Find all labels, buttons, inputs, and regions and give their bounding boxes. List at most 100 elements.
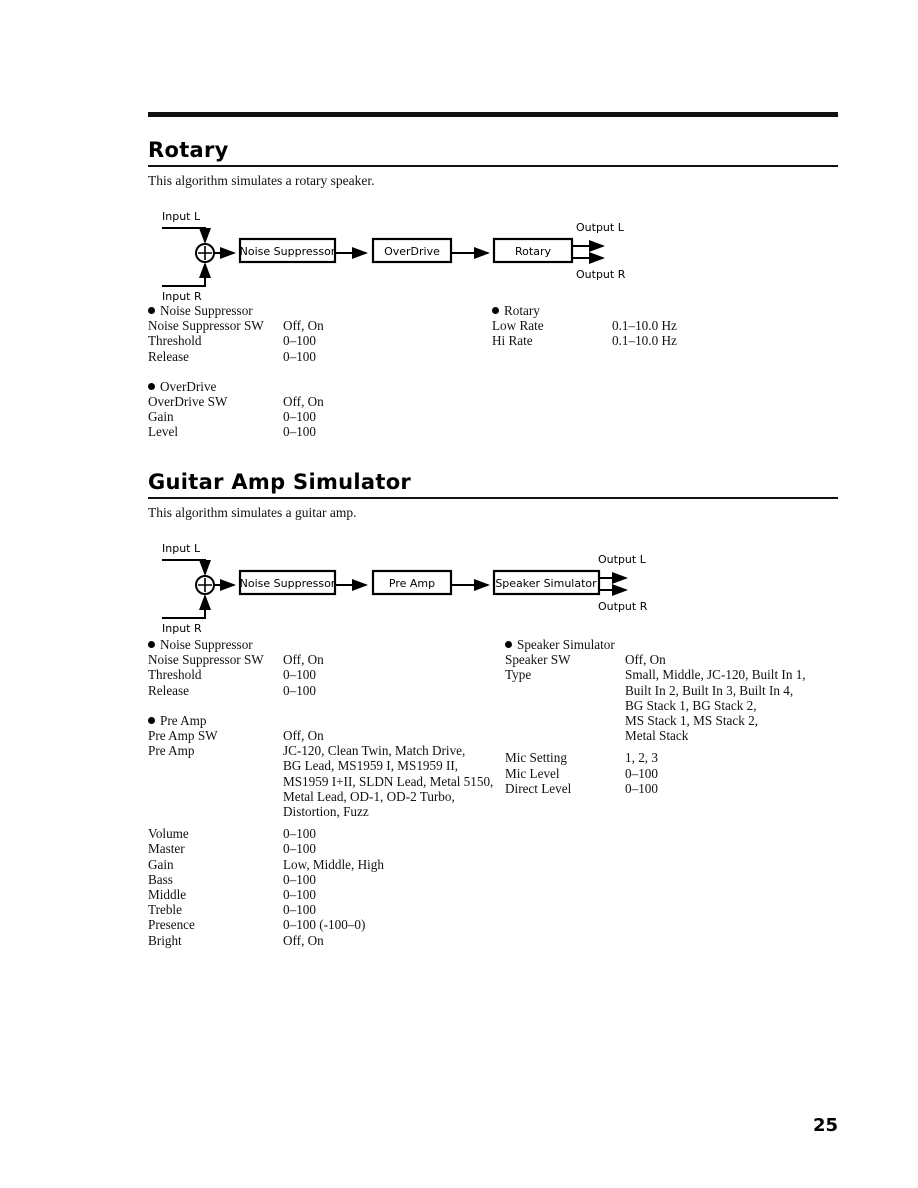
param-group-name: OverDrive bbox=[160, 378, 217, 394]
diagram-label-input-r: Input R bbox=[162, 290, 202, 303]
page-number: 25 bbox=[812, 1115, 838, 1136]
param-label: Release bbox=[148, 348, 190, 364]
param-label: Bass bbox=[148, 871, 173, 887]
param-value: 0.1–10.0 Hz bbox=[612, 318, 677, 334]
bullet-icon bbox=[148, 716, 155, 724]
bullet-icon bbox=[148, 641, 155, 648]
param-group-header: Rotary bbox=[492, 303, 832, 318]
section-title-underline bbox=[148, 497, 838, 499]
manual-page: Rotary This algorithm simulates a rotary… bbox=[0, 0, 918, 1188]
param-label: Mic Level bbox=[505, 765, 560, 781]
param-label: Threshold bbox=[148, 333, 202, 349]
param-label: Type bbox=[505, 667, 532, 683]
param-group-name: Noise Suppressor bbox=[160, 303, 253, 318]
param-group-name: Noise Suppressor bbox=[160, 637, 253, 652]
param-label: Level bbox=[148, 424, 179, 440]
param-row: Mic Setting 1, 2, 3 bbox=[505, 750, 855, 765]
param-value: Low, Middle, High bbox=[283, 856, 384, 872]
param-label: Middle bbox=[148, 887, 187, 903]
param-label: Threshold bbox=[148, 667, 202, 683]
param-value: 0–100 bbox=[283, 667, 316, 683]
param-row: Pre Amp JC-120, Clean Twin, Match Drive, bbox=[148, 743, 488, 758]
diagram-label-input-l: Input L bbox=[162, 210, 201, 223]
diagram-block-overdrive: OverDrive bbox=[384, 245, 440, 258]
param-row: Type Small, Middle, JC-120, Built In 1, bbox=[505, 667, 855, 682]
param-value-continuation: Distortion, Fuzz bbox=[283, 804, 369, 820]
param-value: Off, On bbox=[283, 728, 324, 744]
param-value: 0–100 bbox=[283, 409, 316, 425]
param-group-name: Rotary bbox=[504, 303, 540, 318]
section-top-rule bbox=[148, 112, 838, 117]
param-row: Noise Suppressor SW Off, On bbox=[148, 318, 478, 333]
param-value: 0–100 (-100–0) bbox=[283, 917, 366, 933]
param-value: 0–100 bbox=[625, 765, 658, 781]
diagram-block-pre-amp: Pre Amp bbox=[389, 577, 435, 590]
diagram-block-speaker-simulator: Speaker Simulator bbox=[495, 577, 597, 590]
param-label: Low Rate bbox=[492, 318, 544, 334]
param-group-header: Speaker Simulator bbox=[505, 637, 855, 652]
param-row: Presence 0–100 (-100–0) bbox=[148, 917, 488, 932]
param-value: Off, On bbox=[283, 318, 324, 334]
param-value: 0–100 bbox=[283, 682, 316, 698]
param-row: Speaker SW Off, On bbox=[505, 652, 855, 667]
param-label: Noise Suppressor SW bbox=[148, 318, 264, 334]
bullet-icon bbox=[492, 307, 499, 314]
param-row: Threshold 0–100 bbox=[148, 333, 478, 348]
param-row: Noise Suppressor SW Off, On bbox=[148, 652, 488, 667]
param-value: 1, 2, 3 bbox=[625, 750, 658, 766]
section-intro-guitar-amp: This algorithm simulates a guitar amp. bbox=[148, 505, 357, 520]
param-label: Master bbox=[148, 841, 185, 857]
param-value: Small, Middle, JC-120, Built In 1, bbox=[625, 667, 806, 683]
param-label: Treble bbox=[148, 902, 182, 918]
param-row: Gain Low, Middle, High bbox=[148, 857, 488, 872]
param-value-continuation: Metal Lead, OD-1, OD-2 Turbo, bbox=[283, 788, 455, 804]
param-row: Volume 0–100 bbox=[148, 826, 488, 841]
param-label: Gain bbox=[148, 409, 174, 425]
bullet-icon bbox=[148, 307, 155, 314]
param-row: Treble 0–100 bbox=[148, 902, 488, 917]
parameter-list-guitar-amp-right: Speaker Simulator Speaker SW Off, On Typ… bbox=[505, 637, 855, 796]
param-label: Presence bbox=[148, 917, 195, 933]
param-value: 0–100 bbox=[283, 826, 316, 842]
param-row: Hi Rate 0.1–10.0 Hz bbox=[492, 333, 832, 348]
param-value: 0–100 bbox=[283, 902, 316, 918]
parameter-list-rotary-right: Rotary Low Rate 0.1–10.0 Hz Hi Rate 0.1–… bbox=[492, 303, 832, 349]
diagram-block-noise-suppressor: Noise Suppressor bbox=[240, 577, 336, 590]
row-spacer bbox=[148, 819, 488, 826]
diagram-label-output-r: Output R bbox=[598, 600, 648, 613]
param-value: 0–100 bbox=[283, 841, 316, 857]
param-value: 0–100 bbox=[625, 780, 658, 796]
param-row: Bright Off, On bbox=[148, 933, 488, 948]
param-row: OverDrive SW Off, On bbox=[148, 394, 478, 409]
param-label: Noise Suppressor SW bbox=[148, 652, 264, 668]
param-value: 0–100 bbox=[283, 348, 316, 364]
param-row: Level 0–100 bbox=[148, 424, 478, 439]
param-label: Hi Rate bbox=[492, 333, 533, 349]
param-value-continuation: BG Lead, MS1959 I, MS1959 II, bbox=[283, 758, 459, 774]
param-group-name: Speaker Simulator bbox=[517, 637, 615, 652]
bullet-icon bbox=[148, 382, 155, 390]
param-value: 0.1–10.0 Hz bbox=[612, 333, 677, 349]
parameter-list-rotary-left: Noise Suppressor Noise Suppressor SW Off… bbox=[148, 303, 478, 440]
param-group-header: Pre Amp bbox=[148, 713, 488, 728]
param-row: Pre Amp SW Off, On bbox=[148, 728, 488, 743]
param-row: Release 0–100 bbox=[148, 349, 478, 364]
param-row: Direct Level 0–100 bbox=[505, 781, 855, 796]
bullet-icon bbox=[505, 641, 512, 648]
section-title-underline bbox=[148, 165, 838, 167]
param-label: Gain bbox=[148, 856, 174, 872]
param-label: Pre Amp bbox=[148, 743, 195, 759]
param-row: Release 0–100 bbox=[148, 683, 488, 698]
param-group-header: OverDrive bbox=[148, 379, 478, 394]
param-label: Volume bbox=[148, 826, 189, 842]
param-label: OverDrive SW bbox=[148, 394, 228, 410]
param-label: Speaker SW bbox=[505, 652, 571, 668]
diagram-block-noise-suppressor: Noise Suppressor bbox=[240, 245, 336, 258]
param-value: 0–100 bbox=[283, 424, 316, 440]
param-row: Master 0–100 bbox=[148, 841, 488, 856]
param-value-continuation: MS1959 I+II, SLDN Lead, Metal 5150, bbox=[283, 773, 494, 789]
param-row: Bass 0–100 bbox=[148, 872, 488, 887]
param-label: Release bbox=[148, 682, 190, 698]
